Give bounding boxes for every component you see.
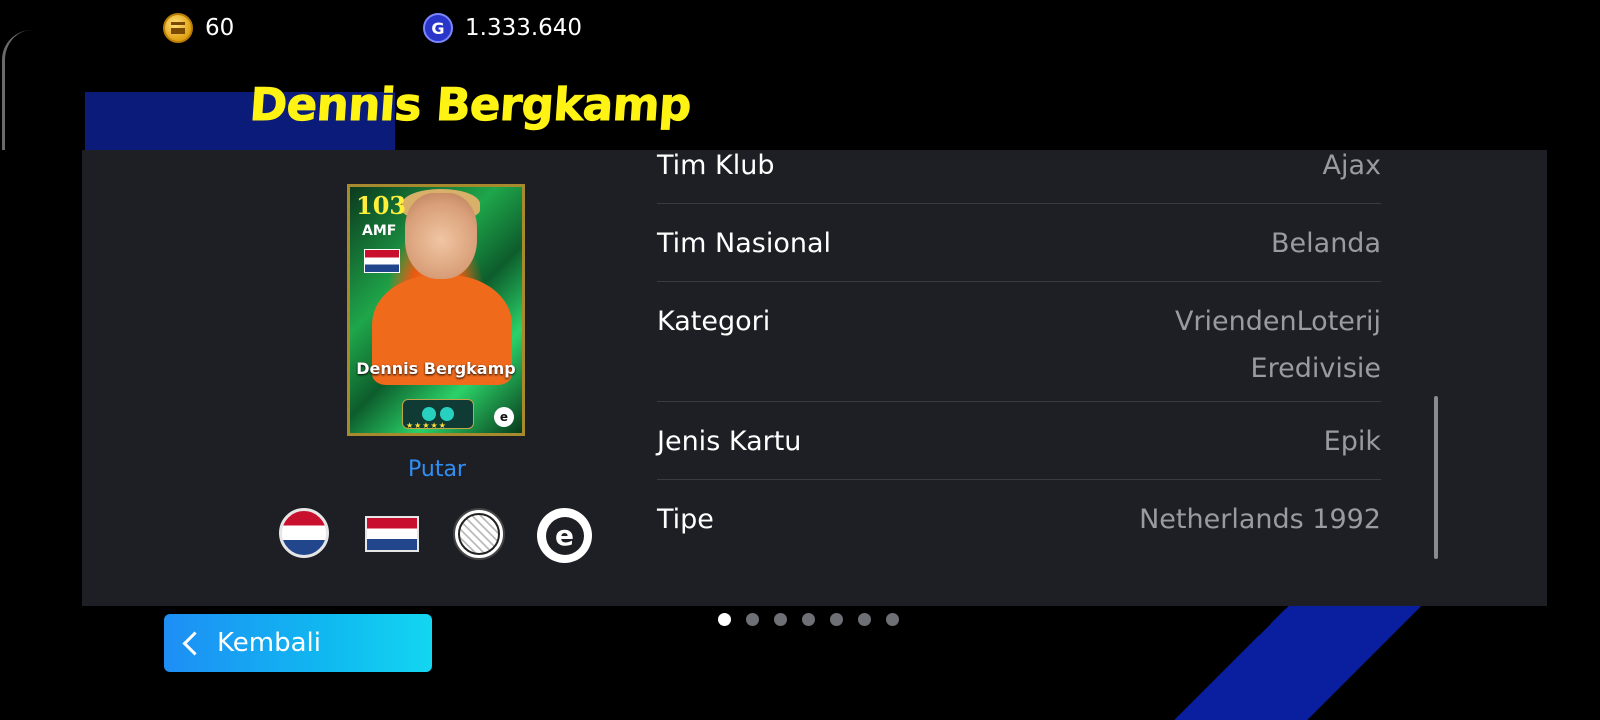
- detail-label: Tim Nasional: [657, 228, 832, 259]
- coins-value: 60: [205, 15, 235, 41]
- card-flag-icon: [364, 249, 400, 273]
- back-button-label: Kembali: [217, 628, 321, 658]
- coins-display: 60: [163, 12, 234, 44]
- detail-label: Kategori: [657, 306, 771, 337]
- player-card[interactable]: 103 AMF Dennis Bergkamp ★★★★★ e: [347, 184, 525, 436]
- gp-icon: G: [423, 13, 453, 43]
- nationality-flag-round-icon: [279, 508, 329, 558]
- card-player-name: Dennis Bergkamp: [356, 359, 516, 378]
- page-dot[interactable]: [830, 613, 843, 626]
- club-badge-icon: [453, 508, 505, 560]
- detail-row-club: Tim Klub Ajax: [657, 150, 1381, 204]
- page-dot[interactable]: [718, 613, 731, 626]
- back-button[interactable]: Kembali: [164, 614, 432, 672]
- player-info-panel: 103 AMF Dennis Bergkamp ★★★★★ e Putar e …: [82, 150, 1547, 606]
- detail-label: Tipe: [657, 504, 714, 535]
- gp-display: G 1.333.640: [423, 12, 582, 44]
- card-position: AMF: [362, 223, 397, 239]
- detail-row-category: Kategori VriendenLoterij Eredivisie: [657, 282, 1381, 402]
- efootball-logo-icon: e: [494, 407, 514, 427]
- page-indicator: [718, 613, 899, 626]
- gp-value: 1.333.640: [465, 15, 583, 41]
- screen-edge: [2, 30, 35, 150]
- league-badge-icon: e: [537, 508, 592, 563]
- detail-row-card-type: Jenis Kartu Epik: [657, 402, 1381, 480]
- detail-label: Jenis Kartu: [657, 426, 802, 457]
- player-name-title: Dennis Bergkamp: [248, 78, 694, 132]
- detail-value: Belanda: [1271, 228, 1381, 259]
- page-dot[interactable]: [886, 613, 899, 626]
- details-scrollbar[interactable]: [1434, 396, 1438, 559]
- national-team-flag-icon: [365, 516, 419, 552]
- detail-row-type: Tipe Netherlands 1992: [657, 480, 1381, 557]
- chevron-left-icon: [182, 630, 207, 656]
- page-dot[interactable]: [746, 613, 759, 626]
- background-stripe: [1165, 605, 1465, 720]
- detail-value: VriendenLoterij Eredivisie: [1174, 306, 1381, 384]
- detail-value: Netherlands 1992: [1139, 504, 1381, 535]
- detail-value: Epik: [1323, 426, 1381, 457]
- card-player-face: [405, 193, 477, 279]
- rotate-button[interactable]: Putar: [382, 457, 492, 482]
- card-stars: ★★★★★: [406, 421, 447, 430]
- page-dot[interactable]: [802, 613, 815, 626]
- detail-value: Ajax: [1322, 150, 1382, 181]
- page-dot[interactable]: [858, 613, 871, 626]
- card-rating: 103: [356, 191, 407, 220]
- player-details-list[interactable]: Tim Klub Ajax Tim Nasional Belanda Kateg…: [657, 150, 1381, 557]
- ecoin-icon: [163, 13, 193, 43]
- detail-label: Tim Klub: [657, 150, 775, 181]
- page-dot[interactable]: [774, 613, 787, 626]
- detail-row-national-team: Tim Nasional Belanda: [657, 204, 1381, 282]
